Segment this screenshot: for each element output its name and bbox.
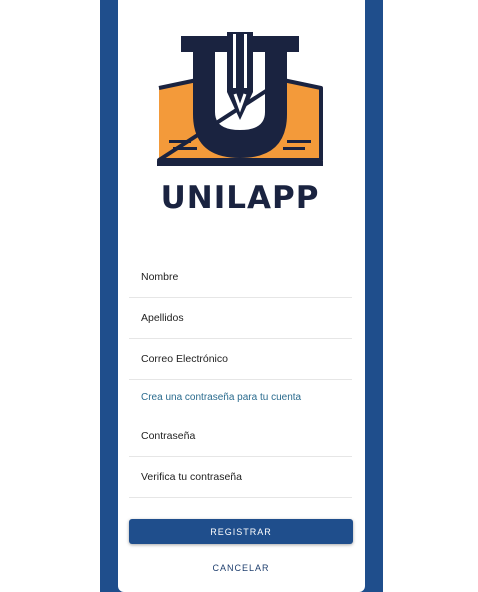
register-button[interactable]: REGISTRAR [129,519,353,544]
first-name-field[interactable] [129,258,352,298]
cancel-button[interactable]: CANCELAR [129,556,353,580]
unilapp-logo: UNILAPP [155,30,325,216]
email-input[interactable] [141,340,341,378]
last-name-input[interactable] [141,299,341,337]
password-confirm-input[interactable] [141,458,341,496]
password-confirm-field[interactable] [129,458,352,498]
password-input[interactable] [141,417,341,455]
brand-name: UNILAPP [160,180,320,216]
book-pen-logo-icon [157,32,323,166]
email-field[interactable] [129,340,352,380]
password-hint: Crea una contraseña para tu cuenta [141,392,302,403]
first-name-input[interactable] [141,258,341,296]
password-field[interactable] [129,417,352,457]
last-name-field[interactable] [129,299,352,339]
